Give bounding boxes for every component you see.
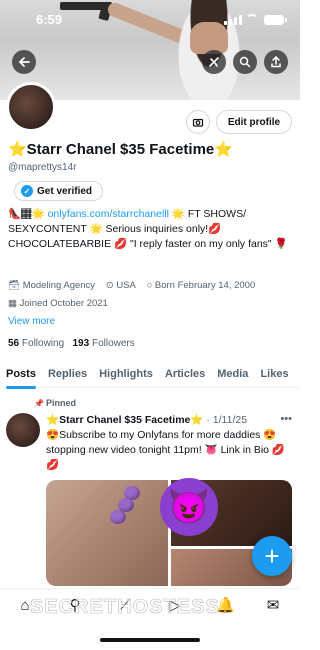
pinned-label: Pinned (34, 398, 76, 408)
category-label: Modeling Agency (22, 280, 96, 291)
post-avatar[interactable] (6, 413, 40, 447)
briefcase-icon: 🗃 (8, 280, 21, 291)
get-verified-label: Get verified (37, 185, 93, 197)
grok-icon (209, 57, 219, 67)
share-icon (271, 56, 281, 68)
home-indicator (100, 638, 200, 642)
media-bead (110, 510, 126, 524)
tab-replies[interactable]: Replies (42, 360, 93, 388)
plus-icon: + (264, 540, 280, 571)
signal-icon (224, 15, 242, 25)
followers-link[interactable]: 193 Followers (73, 338, 135, 349)
wifi-icon (246, 14, 258, 24)
smiling-devil-emoji-icon: 😈 (160, 478, 218, 536)
share-button[interactable] (264, 50, 288, 74)
location-item: ⊙ USA (106, 280, 136, 291)
arrow-left-icon (18, 57, 30, 67)
media-image-1[interactable] (46, 480, 168, 586)
profile-tabs: Posts Replies Highlights Articles Media … (0, 360, 300, 389)
profile-avatar[interactable] (6, 82, 56, 132)
birthday-item: ○ Born February 14, 2000 (147, 280, 256, 291)
status-time: 6:59 (36, 12, 63, 27)
bio-prefix: 👠🏾🌟 (8, 208, 48, 220)
search-icon (239, 56, 251, 68)
profile-meta: 🗃 Modeling Agency ⊙ USA ○ Born February … (8, 277, 296, 313)
profile-bio: 👠🏾🌟 onlyfans.com/starrchanelll 🌟 FT SHOW… (8, 207, 296, 252)
tab-highlights[interactable]: Highlights (93, 360, 159, 388)
location-label: USA (116, 280, 136, 291)
messages-icon[interactable]: ✉ (264, 597, 282, 615)
edit-profile-button[interactable]: Edit profile (216, 110, 292, 134)
camera-button[interactable] (186, 110, 210, 134)
joined-item: ▦ Joined October 2021 (8, 298, 108, 309)
post-header: ⭐Starr Chanel $35 Facetime⭐ · 1/11/25 (46, 413, 247, 426)
post-author[interactable]: ⭐Starr Chanel $35 Facetime⭐ (46, 414, 203, 426)
get-verified-button[interactable]: ✓ Get verified (14, 181, 104, 201)
followers-count: 193 (72, 338, 90, 349)
user-handle: @maprettys14r (8, 162, 77, 173)
following-link[interactable]: 56 Following (8, 338, 64, 349)
tab-posts[interactable]: Posts (0, 360, 42, 389)
follow-counts: 56 Following 193 Followers (8, 338, 135, 349)
view-more-link[interactable]: View more (8, 316, 55, 327)
bio-link[interactable]: onlyfans.com/starrchanelll (48, 208, 169, 220)
balloon-icon: ○ (146, 280, 153, 291)
watermark: SECRETHOSTESS (30, 596, 220, 619)
location-pin-icon: ⊙ (105, 280, 114, 291)
status-bar: 6:59 (0, 10, 300, 30)
display-name: ⭐Starr Chanel $35 Facetime⭐ (8, 141, 233, 158)
following-count: 56 (8, 338, 20, 349)
camera-icon (192, 118, 204, 127)
more-options-icon[interactable]: ••• (280, 413, 292, 425)
birthday-label: Born February 14, 2000 (154, 280, 256, 291)
joined-label: Joined October 2021 (19, 298, 108, 309)
following-label: Following (21, 338, 65, 349)
tab-media[interactable]: Media (211, 360, 254, 388)
tab-likes[interactable]: Likes (254, 360, 294, 388)
grok-button[interactable] (202, 50, 226, 74)
post-date[interactable]: · 1/11/25 (206, 414, 247, 426)
calendar-icon: ▦ (8, 298, 17, 309)
back-button[interactable] (12, 50, 36, 74)
battery-icon (264, 15, 287, 25)
tab-articles[interactable]: Articles (159, 360, 211, 388)
verified-check-icon: ✓ (21, 185, 33, 197)
followers-label: Followers (91, 338, 135, 349)
compose-post-button[interactable]: + (252, 536, 292, 576)
post-text: 😍Subscribe to my Onlyfans for more daddi… (46, 429, 286, 471)
category-item: 🗃 Modeling Agency (8, 280, 95, 291)
search-button[interactable] (233, 50, 257, 74)
